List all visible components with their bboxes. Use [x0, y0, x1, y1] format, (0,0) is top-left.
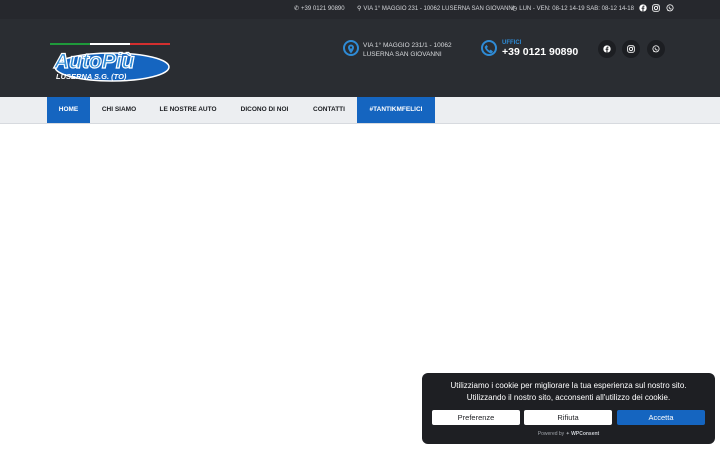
site-logo[interactable]: AutoPiù LUSERNA S.G. (TO)	[50, 43, 171, 85]
whatsapp-icon[interactable]	[665, 4, 675, 14]
map-pin-icon	[343, 40, 359, 56]
svg-text:AutoPiù: AutoPiù	[53, 50, 135, 73]
phone-icon	[481, 40, 497, 56]
powered-by: Powered by ✦ WPConsent	[537, 431, 600, 437]
header-address: VIA 1° MAGGIO 231/1 - 10062 LUSERNA SAN …	[363, 42, 452, 58]
topbar-hours: ◷ LUN - VEN: 08-12 14-19 SAB: 08-12 14-18	[512, 6, 634, 12]
svg-text:LUSERNA S.G. (TO): LUSERNA S.G. (TO)	[56, 72, 127, 81]
phone-icon: ✆	[294, 6, 300, 12]
cookie-accept-button[interactable]: Accetta	[617, 410, 705, 425]
wpconsent-logo-icon: ✦	[565, 431, 570, 437]
whatsapp-icon[interactable]	[647, 40, 665, 58]
nav-home[interactable]: HOME	[47, 97, 90, 123]
cookie-preferences-button[interactable]: Preferenze	[432, 410, 520, 425]
nav-tantikmfelici[interactable]: #TANTIKMFELICI	[357, 97, 435, 123]
nav-chi-siamo[interactable]: CHI SIAMO	[90, 97, 148, 123]
cookie-reject-button[interactable]: Rifiuta	[524, 410, 612, 425]
site-header: AutoPiù LUSERNA S.G. (TO) VIA 1° MAGGIO …	[0, 19, 720, 97]
clock-icon: ◷	[512, 6, 518, 12]
cookie-message: Utilizziamo i cookie per migliorare la t…	[450, 381, 687, 402]
cookie-banner: Utilizziamo i cookie per migliorare la t…	[422, 373, 715, 444]
instagram-icon[interactable]	[651, 4, 661, 14]
main-nav: HOME CHI SIAMO LE NOSTRE AUTO DICONO DI …	[0, 97, 720, 124]
map-pin-icon: ⚲	[357, 6, 362, 12]
nav-dicono-di-noi[interactable]: DICONO DI NOI	[228, 97, 301, 123]
facebook-icon[interactable]	[598, 40, 616, 58]
nav-le-nostre-auto[interactable]: LE NOSTRE AUTO	[148, 97, 228, 123]
topbar-phone[interactable]: ✆ +39 0121 90890	[294, 5, 345, 14]
nav-contatti[interactable]: CONTATTI	[301, 97, 357, 123]
office-phone[interactable]: +39 0121 90890	[502, 46, 578, 58]
top-bar: ✆ +39 0121 90890 ⚲ VIA 1° MAGGIO 231 - 100…	[0, 0, 720, 19]
facebook-icon[interactable]	[638, 4, 648, 14]
topbar-address: ⚲ VIA 1° MAGGIO 231 - 10062 LUSERNA SAN G…	[357, 6, 515, 12]
instagram-icon[interactable]	[622, 40, 640, 58]
